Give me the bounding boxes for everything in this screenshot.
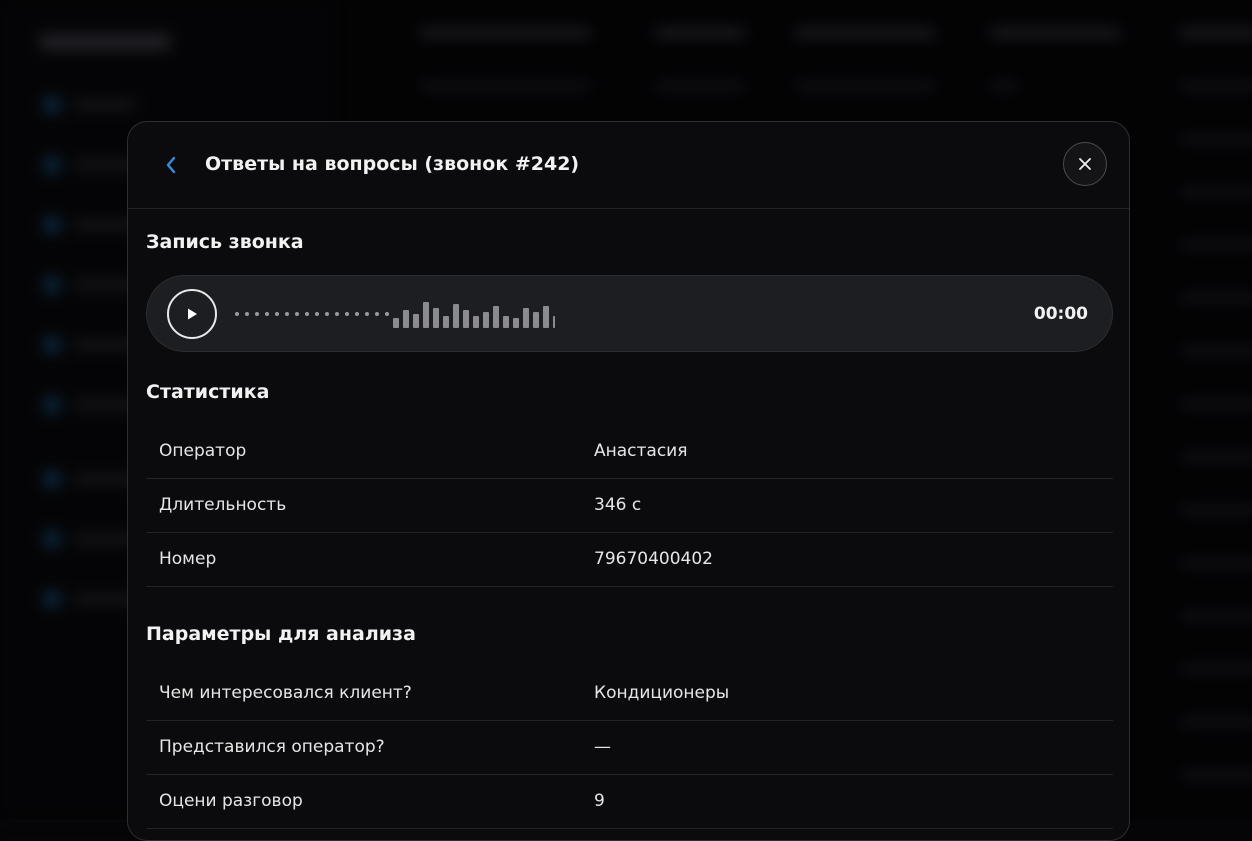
waveform-bar <box>443 316 449 328</box>
waveform-bar <box>483 312 489 328</box>
stats-section-title: Статистика <box>146 381 270 403</box>
waveform-dot <box>235 312 239 316</box>
back-button[interactable] <box>158 152 184 178</box>
modal-title: Ответы на вопросы (звонок #242) <box>205 153 580 175</box>
waveform-dot <box>375 312 379 316</box>
waveform-bar <box>453 304 459 328</box>
analysis-row: Оцени разговор 9 <box>146 775 1113 829</box>
waveform-dot <box>365 312 369 316</box>
waveform-dot <box>305 312 309 316</box>
stats-value: 79670400402 <box>594 549 713 569</box>
analysis-key: Чем интересовался клиент? <box>159 683 412 703</box>
close-icon <box>1079 158 1091 170</box>
waveform-bar <box>413 314 419 328</box>
call-answers-modal: Ответы на вопросы (звонок #242) Запись з… <box>127 121 1130 841</box>
waveform-bar <box>463 310 469 328</box>
waveform-bar <box>513 318 519 328</box>
waveform-bar <box>423 302 429 328</box>
analysis-row: Чем интересовался клиент? Кондиционеры <box>146 667 1113 721</box>
waveform-dot <box>295 312 299 316</box>
waveform-dot <box>255 312 259 316</box>
stats-key: Длительность <box>159 495 287 515</box>
waveform-dot <box>345 312 349 316</box>
analysis-value: 9 <box>594 791 605 811</box>
waveform-bar <box>393 318 399 328</box>
analysis-value: — <box>594 737 611 757</box>
play-icon <box>188 308 197 320</box>
stats-table: Оператор Анастасия Длительность 346 с Но… <box>146 425 1113 587</box>
waveform-dot <box>285 312 289 316</box>
stats-value: Анастасия <box>594 441 688 461</box>
waveform-bar <box>473 316 479 328</box>
waveform-dot <box>275 312 279 316</box>
waveform-bar <box>533 312 539 328</box>
waveform-bar <box>543 306 549 328</box>
analysis-table: Чем интересовался клиент? Кондиционеры П… <box>146 667 1113 829</box>
waveform-dot <box>335 312 339 316</box>
analysis-key: Представился оператор? <box>159 737 385 757</box>
audio-player: 00:00 <box>146 275 1113 352</box>
waveform-bar <box>493 306 499 328</box>
waveform-bar <box>553 316 555 328</box>
waveform-dot <box>355 312 359 316</box>
stats-row-duration: Длительность 346 с <box>146 479 1113 533</box>
waveform-dot <box>265 312 269 316</box>
waveform[interactable] <box>235 276 555 353</box>
modal-header: Ответы на вопросы (звонок #242) <box>128 122 1129 209</box>
waveform-bar <box>403 310 409 328</box>
waveform-bar <box>523 308 529 328</box>
recording-section-title: Запись звонка <box>146 231 304 253</box>
close-button[interactable] <box>1063 142 1107 186</box>
stats-row-operator: Оператор Анастасия <box>146 425 1113 479</box>
stats-value: 346 с <box>594 495 642 515</box>
waveform-bar <box>433 308 439 328</box>
playback-time: 00:00 <box>1033 304 1088 324</box>
chevron-left-icon <box>166 156 176 174</box>
waveform-dot <box>385 312 389 316</box>
waveform-bar <box>503 316 509 328</box>
analysis-row: Представился оператор? — <box>146 721 1113 775</box>
waveform-dot <box>315 312 319 316</box>
analysis-section-title: Параметры для анализа <box>146 623 416 645</box>
waveform-dot <box>325 312 329 316</box>
stats-key: Номер <box>159 549 217 569</box>
analysis-value: Кондиционеры <box>594 683 730 703</box>
analysis-key: Оцени разговор <box>159 791 303 811</box>
stats-row-number: Номер 79670400402 <box>146 533 1113 587</box>
play-button[interactable] <box>167 289 217 339</box>
waveform-dot <box>245 312 249 316</box>
stats-key: Оператор <box>159 441 247 461</box>
